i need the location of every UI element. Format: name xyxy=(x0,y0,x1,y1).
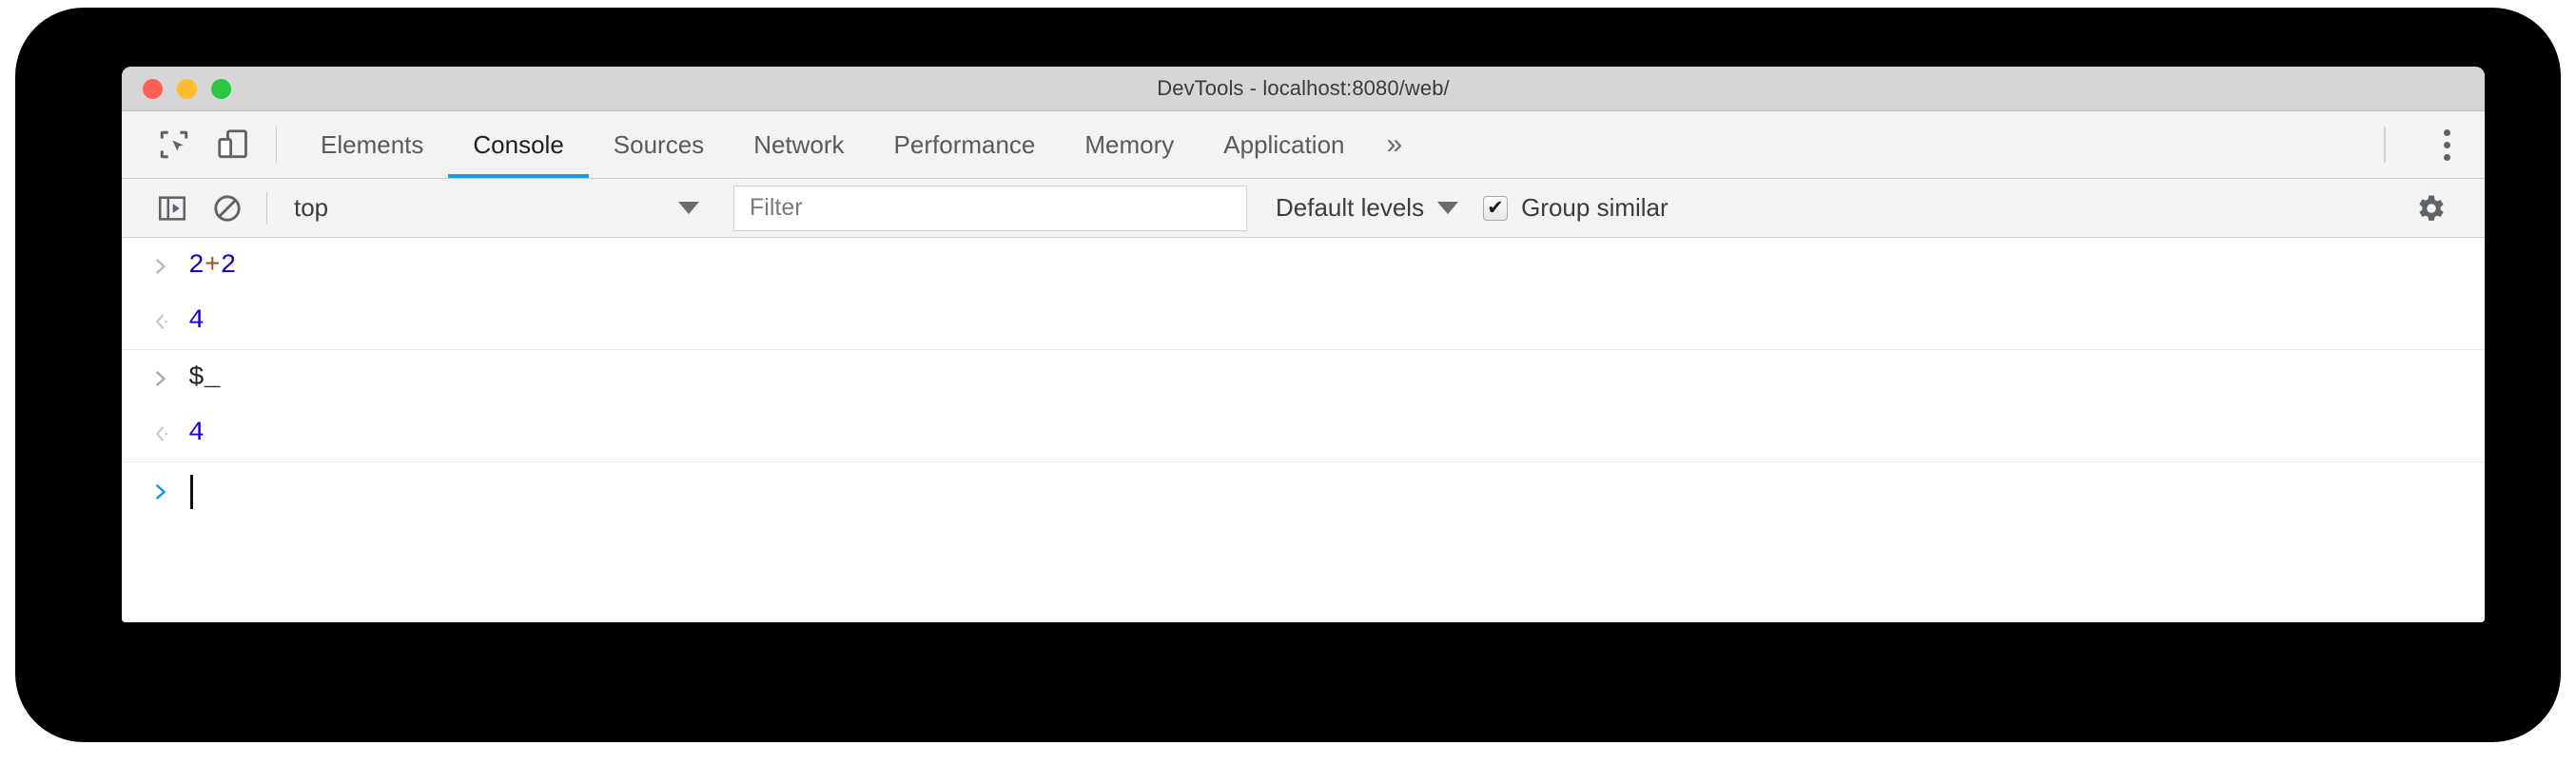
token-operator: + xyxy=(204,250,221,281)
tab-console[interactable]: Console xyxy=(448,111,590,178)
input-chevron-icon xyxy=(143,368,188,389)
tabbar-overflow-icon[interactable]: » xyxy=(1370,111,1424,178)
device-frame: DevTools - localhost:8080/web/ Elements … xyxy=(15,8,2561,742)
console-filter-input[interactable] xyxy=(733,185,1247,231)
inspect-element-icon[interactable] xyxy=(145,111,204,178)
tab-label: Elements xyxy=(321,129,424,159)
kebab-dot xyxy=(2443,128,2450,136)
console-result-text: 4 xyxy=(188,419,205,448)
close-window-button[interactable] xyxy=(143,78,163,99)
device-toolbar-icon[interactable] xyxy=(204,111,263,178)
settings-gear-icon[interactable] xyxy=(2401,179,2462,238)
tab-memory[interactable]: Memory xyxy=(1060,111,1199,178)
result-chevron-icon xyxy=(143,311,188,332)
maximize-window-button[interactable] xyxy=(211,78,231,99)
kebab-dot xyxy=(2443,141,2450,148)
window-title: DevTools - localhost:8080/web/ xyxy=(1157,76,1450,100)
console-input-row[interactable]: 2+2 xyxy=(122,238,2485,294)
console-toolbar-divider xyxy=(266,191,267,225)
active-prompt-chevron-icon xyxy=(143,481,188,502)
chevron-down-icon xyxy=(678,202,699,214)
console-input-text: 2+2 xyxy=(188,250,237,281)
input-chevron-icon xyxy=(143,256,188,277)
window-titlebar: DevTools - localhost:8080/web/ xyxy=(122,67,2485,111)
tabbar-divider xyxy=(276,127,277,163)
tab-application[interactable]: Application xyxy=(1199,111,1369,178)
devtools-window: DevTools - localhost:8080/web/ Elements … xyxy=(122,67,2485,622)
tab-sources[interactable]: Sources xyxy=(589,111,729,178)
group-similar-checkbox[interactable]: ✔ xyxy=(1483,195,1509,221)
console-input-text: $_ xyxy=(188,363,221,393)
group-similar-label: Group similar xyxy=(1521,193,1669,222)
console-toolbar: top Default levels ✔ Group similar xyxy=(122,179,2485,238)
console-result-row[interactable]: 4 xyxy=(122,294,2485,350)
log-level-value: Default levels xyxy=(1276,193,1425,222)
clear-console-icon[interactable] xyxy=(200,179,255,238)
tab-label: Memory xyxy=(1084,129,1175,159)
kebab-dot xyxy=(2443,153,2450,161)
execution-context-value: top xyxy=(294,193,329,222)
tab-label: Network xyxy=(753,129,845,159)
tab-label: Sources xyxy=(613,129,705,159)
more-options-icon[interactable] xyxy=(2418,111,2475,179)
log-level-select[interactable]: Default levels xyxy=(1276,193,1459,223)
tab-performance[interactable]: Performance xyxy=(869,111,1061,178)
console-result-text: 4 xyxy=(188,306,205,336)
minimize-window-button[interactable] xyxy=(177,78,197,99)
chevron-down-icon xyxy=(1437,202,1459,214)
tab-label: Performance xyxy=(893,129,1036,159)
console-prompt-row[interactable] xyxy=(122,462,2485,521)
console-result-row[interactable]: 4 xyxy=(122,406,2485,462)
window-traffic-lights xyxy=(143,67,231,110)
tab-network[interactable]: Network xyxy=(729,111,868,178)
console-prompt-input[interactable] xyxy=(188,475,193,509)
console-input-row[interactable]: $_ xyxy=(122,350,2485,406)
console-message-list[interactable]: 2+2 4 $_ 4 xyxy=(122,238,2485,622)
result-chevron-icon xyxy=(143,423,188,444)
token-number: 2 xyxy=(188,250,205,281)
tab-label: Console xyxy=(473,129,564,159)
devtools-tabbar: Elements Console Sources Network Perform… xyxy=(122,111,2485,179)
tabbar-right-divider xyxy=(2384,127,2386,163)
tabbar-right-group xyxy=(2384,111,2485,178)
execution-context-select[interactable]: top xyxy=(284,187,712,229)
tab-elements[interactable]: Elements xyxy=(296,111,448,178)
tab-label: Application xyxy=(1223,129,1345,159)
token-number: 2 xyxy=(220,250,237,281)
text-cursor xyxy=(190,475,193,509)
group-similar-toggle[interactable]: ✔ Group similar xyxy=(1483,193,1669,223)
console-sidebar-icon[interactable] xyxy=(145,179,200,238)
